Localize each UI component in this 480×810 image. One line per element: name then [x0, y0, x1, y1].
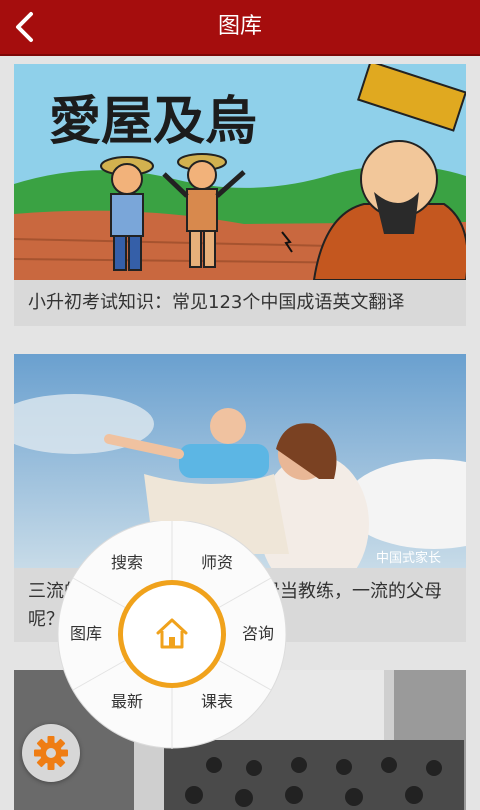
home-button[interactable]	[118, 580, 226, 688]
app-header: 图库	[0, 0, 480, 56]
gear-icon	[34, 736, 68, 770]
menu-item-schedule[interactable]: 课表	[201, 692, 233, 711]
article-card[interactable]: 愛屋及烏 小升初考试知识：常见123个中国成语英文翻译	[14, 64, 466, 326]
radial-menu: 搜索 师资 咨询 课表 最新 图库	[57, 521, 287, 749]
page-title: 图库	[217, 14, 262, 39]
settings-button[interactable]	[22, 724, 80, 782]
image-title-text: 愛屋及烏	[49, 91, 257, 152]
menu-item-teachers[interactable]: 师资	[201, 553, 233, 572]
menu-item-search[interactable]: 搜索	[111, 553, 143, 572]
article-image[interactable]: 愛屋及烏	[14, 64, 466, 280]
menu-item-consult[interactable]: 咨询	[242, 624, 274, 643]
menu-item-gallery[interactable]: 图库	[70, 624, 102, 643]
article-caption[interactable]: 小升初考试知识：常见123个中国成语英文翻译	[28, 289, 456, 317]
menu-item-latest[interactable]: 最新	[111, 692, 143, 711]
image-watermark: 中国式家长	[376, 550, 441, 566]
